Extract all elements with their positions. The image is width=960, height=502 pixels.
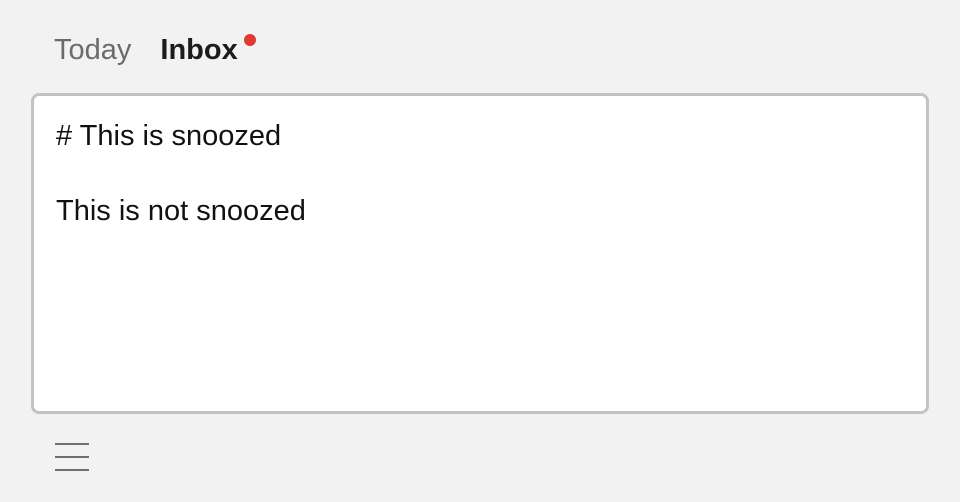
- tab-today[interactable]: Today: [54, 32, 131, 68]
- hamburger-menu-icon: [55, 443, 89, 471]
- editor-line-text: This is not snoozed: [56, 195, 306, 227]
- tab-bar: Today Inbox: [54, 30, 256, 70]
- menu-button[interactable]: [54, 441, 90, 475]
- editor-line-heading: # This is snoozed: [56, 120, 282, 152]
- tab-inbox-label: Inbox: [160, 34, 238, 66]
- note-editor[interactable]: # This is snoozed This is not snoozed: [31, 93, 929, 414]
- notification-dot-icon: [243, 34, 256, 46]
- app-window: Today Inbox # This is snoozed This is no…: [0, 0, 960, 502]
- tab-inbox[interactable]: Inbox: [160, 32, 256, 68]
- tab-today-label: Today: [54, 34, 132, 66]
